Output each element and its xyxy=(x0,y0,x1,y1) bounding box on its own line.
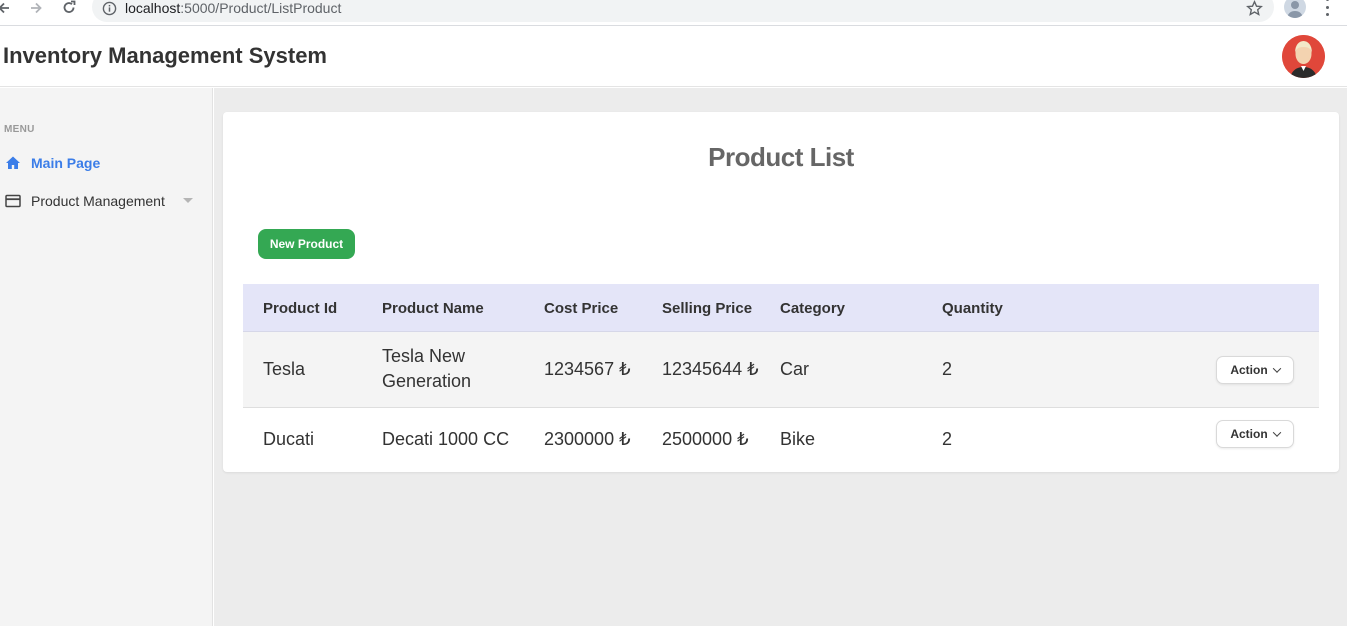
chevron-down-icon xyxy=(1272,428,1281,437)
cell-cost-price: 1234567 ₺ xyxy=(544,359,631,379)
column-header: Product Id xyxy=(263,300,338,317)
forward-icon[interactable] xyxy=(28,0,44,16)
main-content: Product List New Product Product Id Prod… xyxy=(214,88,1347,626)
product-list-card: Product List New Product Product Id Prod… xyxy=(223,112,1339,472)
table-row: Tesla Tesla New Generation 1234567 ₺ 123… xyxy=(243,332,1319,408)
sidebar-item-product-management[interactable]: Product Management xyxy=(4,189,165,213)
cell-product-id: Ducati xyxy=(263,429,315,449)
cell-category: Bike xyxy=(780,429,816,449)
cell-quantity: 2 xyxy=(942,359,953,379)
new-product-button[interactable]: New Product xyxy=(258,229,355,259)
browser-toolbar: localhost:5000/Product/ListProduct xyxy=(0,0,1347,26)
column-header: Selling Price xyxy=(662,300,753,317)
action-label: Action xyxy=(1230,363,1268,377)
product-name-line: Generation xyxy=(382,371,472,391)
cell-selling-price: 2500000 ₺ xyxy=(662,429,749,449)
back-icon[interactable] xyxy=(0,0,12,16)
product-table: Product Id Product Name Cost Price Selli… xyxy=(243,284,1319,471)
info-icon[interactable] xyxy=(102,0,117,16)
sidebar-item-main-page[interactable]: Main Page xyxy=(4,151,100,175)
table-row: Ducati Decati 1000 CC 2300000 ₺ 2500000 … xyxy=(243,408,1319,471)
page-title: Product List xyxy=(708,142,854,172)
reload-icon[interactable] xyxy=(61,0,77,16)
cell-product-id: Tesla xyxy=(263,359,306,379)
browser-menu-icon[interactable] xyxy=(1320,0,1334,16)
product-name-line: Tesla New xyxy=(382,346,466,366)
column-header: Category xyxy=(780,300,846,317)
sidebar-item-label: Product Management xyxy=(31,193,165,209)
sidebar: MENU Main Page Product Management xyxy=(0,88,213,626)
cell-quantity: 2 xyxy=(942,429,953,449)
card-icon xyxy=(4,192,22,210)
app-header: Inventory Management System xyxy=(0,27,1347,87)
url-path: :5000/Product/ListProduct xyxy=(180,0,342,16)
browser-profile-icon[interactable] xyxy=(1284,0,1306,18)
home-icon xyxy=(4,154,22,172)
table-header: Product Id Product Name Cost Price Selli… xyxy=(243,284,1319,332)
url-host: localhost xyxy=(125,0,181,16)
action-dropdown-button[interactable]: Action xyxy=(1216,420,1294,448)
action-label: Action xyxy=(1230,427,1268,441)
cell-category: Car xyxy=(780,359,810,379)
column-header: Product Name xyxy=(382,300,484,317)
column-header: Quantity xyxy=(942,300,1003,317)
url-text[interactable]: localhost:5000/Product/ListProduct xyxy=(125,0,341,16)
chevron-down-icon xyxy=(1272,364,1281,373)
sidebar-item-label: Main Page xyxy=(31,155,101,171)
dropdown-caret-icon[interactable] xyxy=(183,198,193,203)
cell-product-name: Tesla New Generation xyxy=(382,344,471,394)
bookmark-star-icon[interactable] xyxy=(1246,0,1263,16)
cell-cost-price: 2300000 ₺ xyxy=(544,429,631,449)
column-header: Cost Price xyxy=(544,300,619,317)
cell-product-name: Decati 1000 CC xyxy=(382,429,510,449)
app-title: Inventory Management System xyxy=(3,43,327,68)
cell-selling-price: 12345644 ₺ xyxy=(662,359,759,379)
menu-heading: MENU xyxy=(4,124,35,135)
action-dropdown-button[interactable]: Action xyxy=(1216,356,1294,384)
user-avatar[interactable] xyxy=(1282,35,1325,78)
